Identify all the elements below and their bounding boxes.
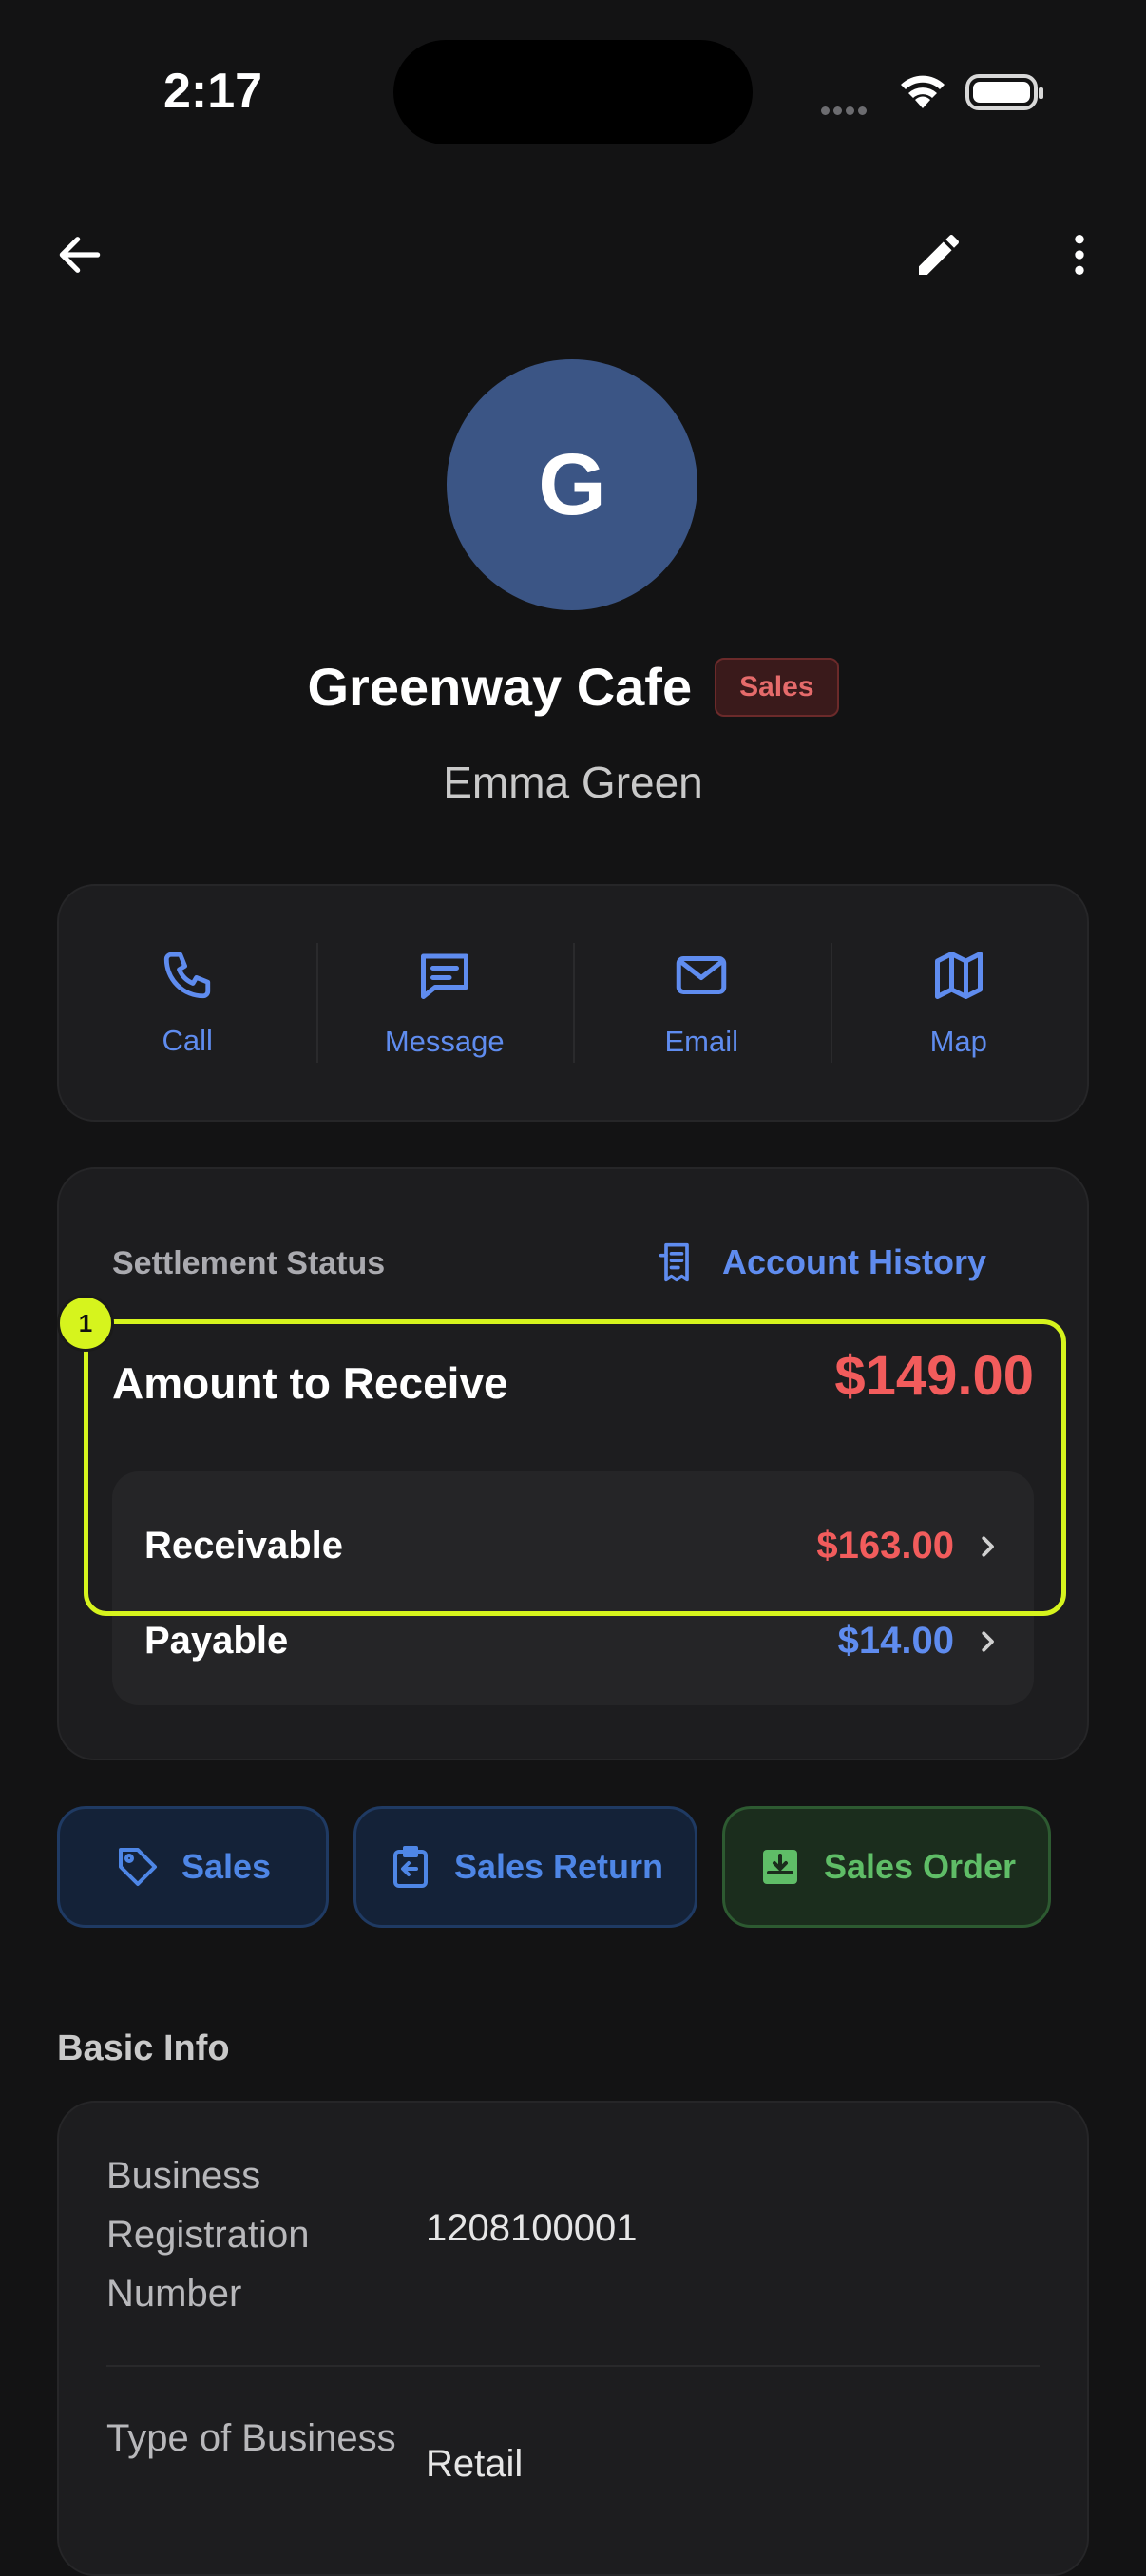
mail-icon bbox=[677, 956, 727, 994]
divider bbox=[106, 2365, 1040, 2367]
chevron-right-icon bbox=[982, 1630, 994, 1652]
sales-return-chip-label: Sales Return bbox=[453, 1847, 664, 1886]
message-button[interactable]: Message bbox=[315, 886, 574, 1120]
message-label: Message bbox=[384, 1025, 505, 1058]
clipboard-return-icon bbox=[392, 1846, 428, 1888]
cellular-signal-icon bbox=[821, 103, 870, 120]
sales-order-chip-label: Sales Order bbox=[823, 1847, 1017, 1886]
payable-label: Payable bbox=[144, 1620, 289, 1662]
dynamic-island bbox=[393, 40, 753, 144]
back-arrow-icon[interactable] bbox=[46, 221, 114, 289]
avatar: G bbox=[447, 359, 697, 610]
basic-info-card: Business Registration Number 1208100001 … bbox=[57, 2101, 1089, 2576]
wifi-icon bbox=[897, 70, 948, 115]
business-registration-label: Business Registration Number bbox=[106, 2155, 310, 2315]
email-label: Email bbox=[664, 1025, 738, 1058]
email-button[interactable]: Email bbox=[573, 886, 831, 1120]
call-label: Call bbox=[162, 1024, 213, 1057]
map-icon bbox=[934, 952, 983, 999]
sales-chip-button[interactable]: Sales bbox=[57, 1806, 329, 1928]
profile-name-row: Greenway Cafe Sales bbox=[0, 656, 1146, 718]
customer-type-badge: Sales bbox=[715, 657, 839, 717]
phone-icon bbox=[164, 952, 211, 999]
edit-pencil-icon[interactable] bbox=[905, 221, 973, 289]
account-history-label: Account History bbox=[722, 1242, 987, 1281]
tag-icon bbox=[118, 1848, 157, 1886]
payable-row[interactable]: Payable $14.00 bbox=[144, 1620, 1002, 1663]
quick-actions-card: Call Message Email Map bbox=[57, 884, 1089, 1122]
map-button[interactable]: Map bbox=[830, 886, 1088, 1120]
map-label: Map bbox=[929, 1025, 987, 1058]
business-type-label: Type of Business bbox=[106, 2417, 396, 2459]
inbox-download-icon bbox=[762, 1850, 797, 1884]
message-icon bbox=[420, 953, 468, 999]
payable-value: $14.00 bbox=[837, 1620, 954, 1662]
settlement-title: Settlement Status bbox=[112, 1245, 386, 1281]
account-history-link[interactable]: Account History bbox=[656, 1240, 986, 1285]
receipt-icon bbox=[659, 1242, 689, 1282]
status-time: 2:17 bbox=[163, 64, 263, 119]
more-vertical-icon[interactable] bbox=[1045, 221, 1114, 289]
call-button[interactable]: Call bbox=[59, 886, 316, 1120]
business-type-value: Retail bbox=[426, 2443, 524, 2485]
sales-return-chip-button[interactable]: Sales Return bbox=[353, 1806, 697, 1928]
basic-info-heading: Basic Info bbox=[57, 2028, 230, 2068]
annotation-highlight-box bbox=[84, 1319, 1066, 1616]
sales-chip-label: Sales bbox=[181, 1847, 272, 1886]
contact-person: Emma Green bbox=[443, 758, 703, 807]
battery-icon bbox=[965, 74, 1043, 110]
business-registration-value: 1208100001 bbox=[426, 2207, 638, 2249]
profile-name: Greenway Cafe bbox=[307, 657, 693, 717]
sales-order-chip-button[interactable]: Sales Order bbox=[722, 1806, 1051, 1928]
annotation-number-badge: 1 bbox=[57, 1295, 114, 1352]
